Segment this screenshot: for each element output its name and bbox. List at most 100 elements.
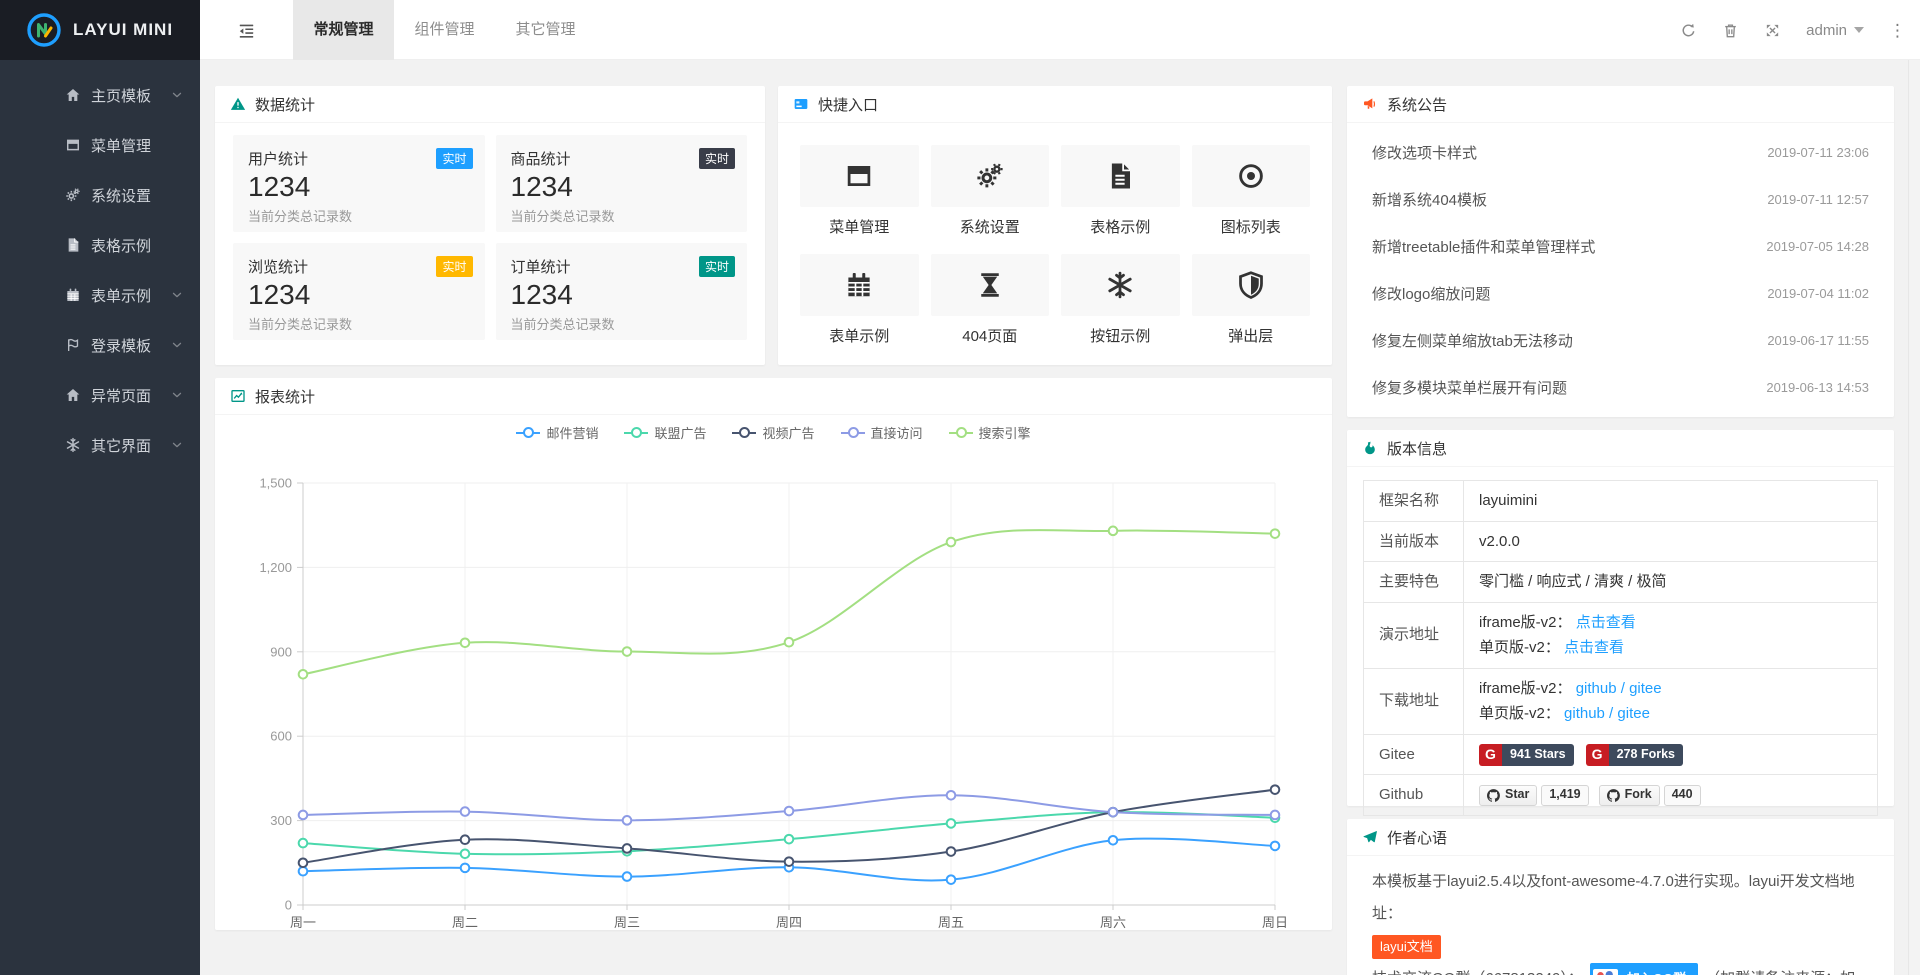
window-icon [65,137,81,153]
announcement-row[interactable]: 修改选项卡样式2019-07-11 23:06 [1372,129,1869,176]
quick-tile-2[interactable]: 表格示例 [1061,145,1180,237]
logo-text: LAYUI MINI [73,20,173,40]
sidebar-item-7[interactable]: 其它界面 [0,420,200,470]
legend-item[interactable]: 视频广告 [732,423,814,442]
home-icon [65,387,81,403]
gitee-logo-icon: G [1586,744,1609,766]
stat-card-2: 浏览统计1234当前分类总记录数实时 [233,243,485,340]
quick-tile-label: 404页面 [931,325,1050,346]
legend-item[interactable]: 搜索引擎 [949,423,1031,442]
quick-tile-6[interactable]: 按钮示例 [1061,254,1180,346]
layui-doc-badge[interactable]: layui文档 [1372,935,1441,960]
svg-text:周四: 周四 [776,915,802,930]
announcement-date: 2019-07-04 11:02 [1767,286,1869,301]
svg-text:600: 600 [270,729,292,744]
version-link[interactable]: github [1564,705,1605,722]
stats-card-header: 数据统计 [215,86,765,123]
legend-item[interactable]: 联盟广告 [624,423,706,442]
quick-tile-label: 表格示例 [1061,216,1180,237]
sidebar-item-label: 其它界面 [91,435,151,456]
announcements-title: 系统公告 [1387,94,1447,115]
sidebar-menu: 主页模板菜单管理系统设置表格示例表单示例登录模板异常页面其它界面 [0,60,200,470]
tab-0[interactable]: 常规管理 [293,0,394,60]
sidebar-item-0[interactable]: 主页模板 [0,70,200,120]
more-menu-icon[interactable]: ⋮ [1889,22,1906,39]
gitee-badge[interactable]: G278 Forks [1586,744,1683,766]
quick-entry-card: 快捷入口 菜单管理系统设置表格示例图标列表表单示例404页面按钮示例弹出层 [778,86,1332,365]
version-row: GithubStar1,419Fork440 [1364,775,1878,816]
join-qq-button[interactable]: 加入QQ群 [1590,963,1698,975]
announcement-date: 2019-07-05 14:28 [1766,239,1869,254]
window-icon [844,161,874,191]
svg-text:0: 0 [285,898,292,913]
home-icon [65,87,81,103]
qq-group-icon [1593,969,1618,975]
author-title: 作者心语 [1387,827,1447,848]
refresh-icon[interactable] [1680,22,1697,39]
quick-tile-1[interactable]: 系统设置 [931,145,1050,237]
hourglass-icon [975,270,1005,300]
page-scrollbar[interactable] [1908,60,1920,975]
link-prefix: 单页版-v2： [1479,639,1560,656]
github-count[interactable]: 1,419 [1541,785,1588,806]
tab-1[interactable]: 组件管理 [394,0,495,60]
announcement-row[interactable]: 新增系统404模板2019-07-11 12:57 [1372,176,1869,223]
sidebar-item-3[interactable]: 表格示例 [0,220,200,270]
sidebar-item-4[interactable]: 表单示例 [0,270,200,320]
version-card: 版本信息 框架名称layuimini当前版本v2.0.0主要特色零门槛 / 响应… [1347,430,1894,806]
quick-tile-7[interactable]: 弹出层 [1192,254,1311,346]
trash-icon[interactable] [1722,22,1739,39]
sidebar-item-label: 菜单管理 [91,135,151,156]
version-link[interactable]: 点击查看 [1576,614,1636,631]
quick-tile-3[interactable]: 图标列表 [1192,145,1311,237]
version-link[interactable]: github [1576,680,1617,697]
github-fork-button[interactable]: Fork [1599,785,1660,806]
link-prefix: iframe版-v2： [1479,614,1572,631]
github-star-button[interactable]: Star [1479,785,1537,806]
dot-circle-icon [1236,161,1266,191]
file-icon [65,237,81,253]
sidebar-item-5[interactable]: 登录模板 [0,320,200,370]
report-title: 报表统计 [255,386,315,407]
collapse-sidebar-button[interactable] [200,0,293,60]
sidebar-item-6[interactable]: 异常页面 [0,370,200,420]
status-badge: 实时 [436,148,472,169]
announcement-row[interactable]: 修复多模块菜单栏展开有问题2019-06-13 14:53 [1372,364,1869,411]
stat-value: 1234 [248,279,470,311]
flag-icon [65,337,81,353]
svg-text:周六: 周六 [1100,915,1126,930]
legend-marker-icon [516,428,540,437]
version-row: 当前版本v2.0.0 [1364,521,1878,562]
quick-tile-5[interactable]: 404页面 [931,254,1050,346]
sidebar-item-1[interactable]: 菜单管理 [0,120,200,170]
announcement-date: 2019-06-13 14:53 [1766,380,1869,395]
user-menu[interactable]: admin [1806,22,1864,39]
sidebar-item-label: 主页模板 [91,85,151,106]
github-count[interactable]: 440 [1664,785,1701,806]
stat-card-1: 商品统计1234当前分类总记录数实时 [496,135,748,232]
version-link[interactable]: 点击查看 [1564,639,1624,656]
stat-desc: 当前分类总记录数 [248,314,470,333]
gitee-badge[interactable]: G941 Stars [1479,744,1574,766]
stats-card: 数据统计 用户统计1234当前分类总记录数实时商品统计1234当前分类总记录数实… [215,86,765,365]
tab-2[interactable]: 其它管理 [495,0,596,60]
logo[interactable]: LAYUI MINI [0,0,200,60]
quick-tile-4[interactable]: 表单示例 [800,254,919,346]
version-link[interactable]: gitee [1617,705,1650,722]
announcement-row[interactable]: 修复左侧菜单缩放tab无法移动2019-06-17 11:55 [1372,317,1869,364]
fullscreen-icon[interactable] [1764,22,1781,39]
announcement-row[interactable]: 修改logo缩放问题2019-07-04 11:02 [1372,270,1869,317]
announcement-row[interactable]: 新增treetable插件和菜单管理样式2019-07-05 14:28 [1372,223,1869,270]
legend-item[interactable]: 邮件营销 [516,423,598,442]
author-line-1: 本模板基于layui2.5.4以及font-awesome-4.7.0进行实现。… [1372,866,1869,931]
app-root: LAYUI MINI 主页模板菜单管理系统设置表格示例表单示例登录模板异常页面其… [0,0,1920,975]
author-header: 作者心语 [1347,819,1894,856]
gitee-logo-icon: G [1479,744,1502,766]
legend-marker-icon [624,428,648,437]
version-link[interactable]: gitee [1629,680,1662,697]
legend-item[interactable]: 直接访问 [841,423,923,442]
announcement-date: 2019-07-11 12:57 [1767,192,1869,207]
stat-value: 1234 [511,171,733,203]
sidebar-item-2[interactable]: 系统设置 [0,170,200,220]
quick-tile-0[interactable]: 菜单管理 [800,145,919,237]
